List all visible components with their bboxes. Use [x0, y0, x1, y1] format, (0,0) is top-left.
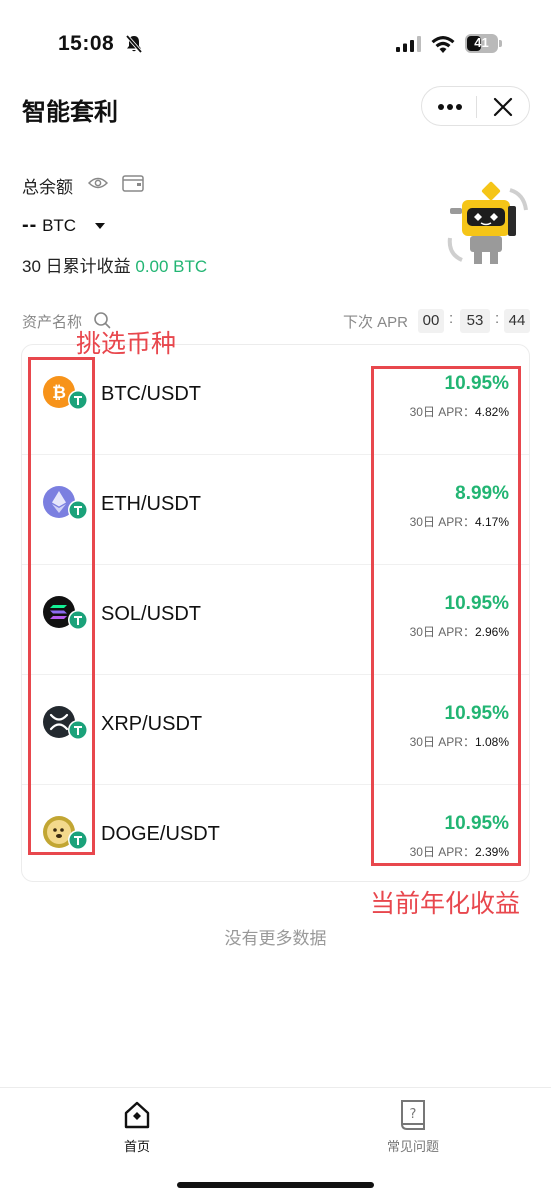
asset-pair: XRP/USDT [101, 713, 203, 735]
asset-pair: ETH/USDT [101, 493, 201, 515]
asset-pair: DOGE/USDT [101, 823, 220, 845]
annotation-box-apr [371, 366, 521, 866]
asset-name-label: 资产名称 [22, 314, 83, 331]
status-time: 15:08 [58, 32, 115, 55]
home-icon[interactable] [122, 1100, 152, 1130]
page-title: 智能套利 [22, 99, 118, 126]
countdown-separator: : [449, 310, 454, 327]
total-balance-label: 总余额 [22, 178, 73, 197]
annotation-label-apr: 当前年化收益 [370, 890, 521, 918]
caret-down-icon[interactable] [94, 222, 106, 230]
balance-currency-selector[interactable]: -- BTC [22, 214, 76, 237]
countdown-separator: : [495, 310, 500, 327]
close-icon[interactable] [492, 96, 514, 118]
wallet-icon[interactable] [122, 174, 144, 192]
svg-text:?: ? [410, 1107, 417, 1122]
profit-label: 30 日累计收益 [22, 257, 136, 276]
mini-program-capsule [421, 86, 530, 126]
signal-icon [396, 36, 421, 52]
annotation-box-coins [28, 357, 95, 855]
no-more-data: 没有更多数据 [224, 929, 327, 948]
status-bar: 15:08 41 [0, 0, 551, 86]
faq-icon[interactable]: ? [399, 1099, 427, 1131]
battery-level: 41 [474, 35, 489, 50]
balance-currency: BTC [42, 216, 77, 235]
battery-icon: 41 [465, 34, 503, 53]
bell-mute-icon [125, 34, 143, 54]
asset-pair: SOL/USDT [101, 603, 202, 625]
countdown-hours: 00 [418, 309, 444, 333]
wifi-icon [431, 36, 455, 53]
eye-icon[interactable] [88, 175, 108, 191]
balance-value: -- [22, 214, 38, 236]
profit-value: 0.00 BTC [135, 257, 208, 276]
more-icon[interactable] [436, 97, 464, 117]
countdown-seconds: 44 [504, 309, 530, 333]
asset-pair: BTC/USDT [101, 383, 201, 405]
next-apr-label: 下次 APR [343, 314, 409, 331]
profit-30d: 30 日累计收益 0.00 BTC [22, 252, 207, 277]
robot-mascot-icon [447, 181, 528, 264]
countdown-minutes: 53 [460, 309, 490, 333]
tab-home[interactable]: 首页 [122, 1136, 152, 1155]
tab-faq[interactable]: 常见问题 [378, 1136, 448, 1155]
annotation-label-coins: 挑选币种 [76, 330, 177, 358]
home-indicator [177, 1182, 374, 1188]
